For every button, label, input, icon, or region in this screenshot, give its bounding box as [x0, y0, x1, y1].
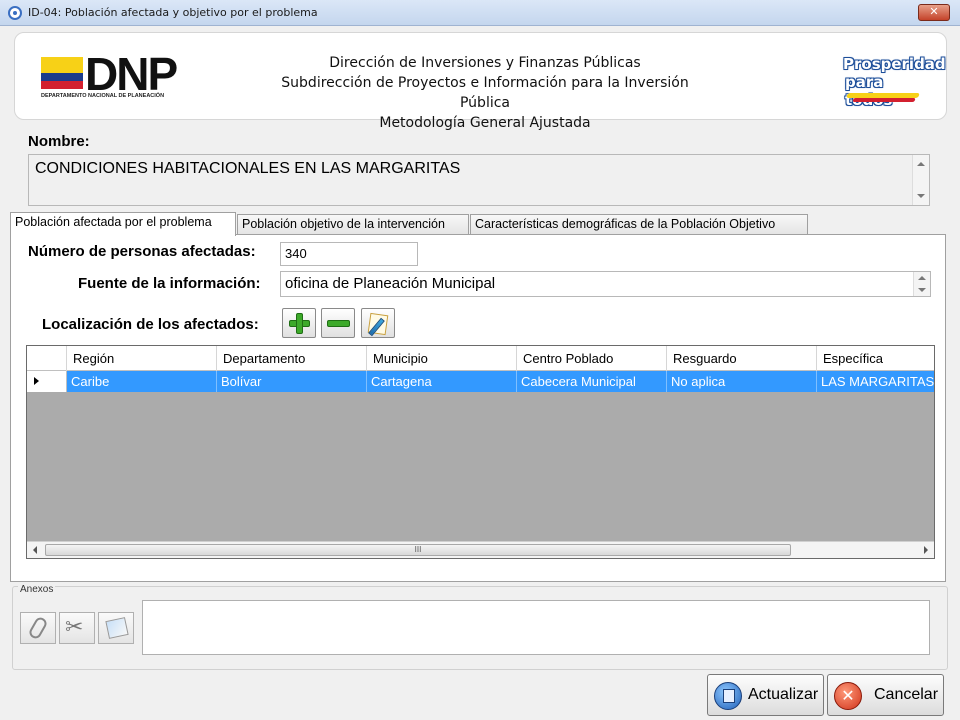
- dnp-logo: DNP DEPARTAMENTO NACIONAL DE PLANEACIÓN: [41, 48, 181, 107]
- fuente-input[interactable]: oficina de Planeación Municipal: [280, 271, 931, 297]
- column-header-resguardo[interactable]: Resguardo: [667, 346, 817, 371]
- remove-location-button[interactable]: [321, 308, 355, 338]
- view-attachment-button[interactable]: [98, 612, 134, 644]
- actualizar-label: Actualizar: [748, 686, 819, 703]
- cell-region[interactable]: Caribe: [67, 371, 217, 392]
- tab-poblacion-afectada[interactable]: Población afectada por el problema: [10, 212, 236, 236]
- column-header-departamento[interactable]: Departamento: [217, 346, 367, 371]
- document-icon: [105, 617, 129, 639]
- nombre-field[interactable]: CONDICIONES HABITACIONALES EN LAS MARGAR…: [28, 154, 930, 206]
- tab-poblacion-objetivo[interactable]: Población objetivo de la intervención: [237, 214, 469, 235]
- remove-attachment-button[interactable]: [59, 612, 95, 644]
- app-icon: [8, 6, 22, 20]
- grid-horizontal-scrollbar[interactable]: III: [27, 541, 934, 558]
- fuente-value: oficina de Planeación Municipal: [285, 275, 496, 292]
- logo-swoosh-red: [852, 98, 916, 102]
- prosperidad-logo-line2: para todos: [845, 73, 892, 109]
- nombre-vertical-scrollbar[interactable]: [912, 155, 929, 205]
- row-selector[interactable]: [27, 371, 67, 392]
- tab-caracteristicas-demograficas[interactable]: Características demográficas de la Pobla…: [470, 214, 808, 235]
- grid-corner-header: [27, 346, 67, 371]
- cell-especifica[interactable]: LAS MARGARITAS: [817, 371, 934, 392]
- edit-location-button[interactable]: [361, 308, 395, 338]
- header-titles: Dirección de Inversiones y Finanzas Públ…: [265, 53, 705, 133]
- grid-header: Región Departamento Municipio Centro Pob…: [27, 346, 934, 371]
- scroll-thumb[interactable]: III: [45, 544, 791, 556]
- actualizar-button[interactable]: Actualizar: [707, 674, 824, 716]
- column-header-municipio[interactable]: Municipio: [367, 346, 517, 371]
- add-location-button[interactable]: [282, 308, 316, 338]
- paperclip-icon: [27, 615, 49, 641]
- scroll-right-icon[interactable]: [924, 546, 928, 554]
- prosperidad-logo: Prosperidad para todos: [843, 55, 946, 111]
- personas-input[interactable]: 340: [280, 242, 418, 266]
- scroll-up-icon[interactable]: [917, 162, 925, 166]
- fuente-vertical-scrollbar[interactable]: [913, 272, 930, 296]
- column-header-centro-poblado[interactable]: Centro Poblado: [517, 346, 667, 371]
- window-body: DNP DEPARTAMENTO NACIONAL DE PLANEACIÓN …: [4, 26, 956, 720]
- scroll-up-icon[interactable]: [918, 276, 926, 280]
- prosperidad-logo-line1: Prosperidad: [843, 55, 946, 73]
- cell-departamento[interactable]: Bolívar: [217, 371, 367, 392]
- scroll-left-icon[interactable]: [33, 546, 37, 554]
- minus-icon: [327, 320, 350, 327]
- colombia-flag-icon: [41, 57, 83, 89]
- localizacion-grid[interactable]: Región Departamento Municipio Centro Pob…: [26, 345, 935, 559]
- header-banner: DNP DEPARTAMENTO NACIONAL DE PLANEACIÓN …: [14, 32, 947, 131]
- current-row-icon: [34, 377, 39, 385]
- personas-value: 340: [285, 246, 307, 261]
- nombre-value: CONDICIONES HABITACIONALES EN LAS MARGAR…: [35, 160, 461, 177]
- table-row[interactable]: Caribe Bolívar Cartagena Cabecera Munici…: [27, 371, 934, 392]
- column-header-especifica[interactable]: Específica: [817, 346, 934, 371]
- fuente-label: Fuente de la información:: [78, 275, 261, 292]
- anexos-list[interactable]: [142, 600, 930, 655]
- attach-file-button[interactable]: [20, 612, 56, 644]
- cell-centro-poblado[interactable]: Cabecera Municipal: [517, 371, 667, 392]
- scroll-down-icon[interactable]: [917, 194, 925, 198]
- window-title: ID-04: Población afectada y objetivo por…: [28, 6, 318, 19]
- header-line-3: Metodología General Ajustada: [379, 115, 591, 131]
- anexos-title: Anexos: [18, 584, 56, 595]
- header-line-1: Dirección de Inversiones y Finanzas Públ…: [329, 55, 641, 71]
- column-header-region[interactable]: Región: [67, 346, 217, 371]
- save-disk-icon: [714, 682, 742, 710]
- window-close-button[interactable]: ✕: [918, 4, 950, 21]
- cancel-x-icon: ✕: [834, 682, 862, 710]
- cancelar-label: Cancelar: [874, 686, 939, 703]
- personas-label: Número de personas afectadas:: [28, 243, 256, 260]
- nombre-label: Nombre:: [28, 133, 90, 150]
- window-titlebar: ID-04: Población afectada y objetivo por…: [0, 0, 960, 26]
- localizacion-label: Localización de los afectados:: [42, 316, 259, 333]
- scroll-down-icon[interactable]: [918, 288, 926, 292]
- dnp-logo-subtext: DEPARTAMENTO NACIONAL DE PLANEACIÓN: [41, 93, 165, 99]
- plus-icon-vertical: [296, 313, 303, 334]
- cell-resguardo[interactable]: No aplica: [667, 371, 817, 392]
- cancelar-button[interactable]: ✕ Cancelar: [827, 674, 944, 716]
- cell-municipio[interactable]: Cartagena: [367, 371, 517, 392]
- header-line-2: Subdirección de Proyectos e Información …: [281, 75, 689, 111]
